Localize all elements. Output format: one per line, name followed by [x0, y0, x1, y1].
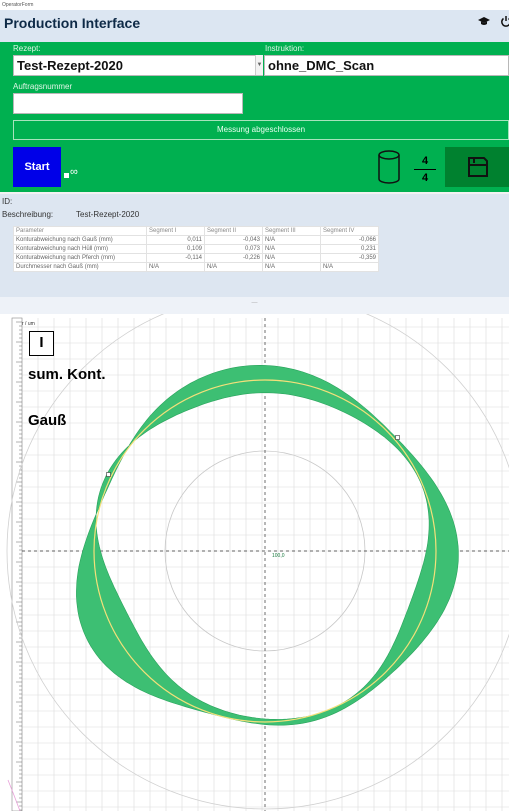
order-number-label: Auftragsnummer: [13, 82, 73, 91]
instruction-field[interactable]: ohne_DMC_Scan: [264, 55, 509, 76]
table-header: Parameter: [13, 226, 147, 236]
table-cell: N/A: [146, 262, 205, 272]
axis-unit-label: r / um: [22, 321, 35, 327]
operator-form: OperatorForm Production Interface Rezept…: [0, 0, 509, 811]
table-cell: 0,109: [146, 244, 205, 254]
table-cell: Konturabweichung nach Pferch (mm): [13, 253, 147, 263]
table-cell: N/A: [204, 262, 263, 272]
measurement-status: Messung abgeschlossen: [13, 120, 509, 140]
graduation-cap-icon[interactable]: [478, 15, 490, 30]
table-header: Segment I: [146, 226, 205, 236]
overlay-line1: sum. Kont.: [28, 366, 106, 383]
segment-marker: [106, 472, 111, 477]
window-title: OperatorForm: [0, 0, 509, 10]
panel-splitter[interactable]: —: [0, 297, 509, 314]
table-row: Konturabweichung nach Pferch (mm) -0,114…: [13, 253, 379, 263]
table-cell: N/A: [262, 235, 321, 245]
table-cell: Durchmesser nach Gauß (mm): [13, 262, 147, 272]
table-cell: -0,114: [146, 253, 205, 263]
loop-checkbox[interactable]: [64, 173, 69, 178]
cylinder-icon: [378, 150, 400, 184]
power-icon[interactable]: [500, 15, 509, 30]
table-header: Segment III: [262, 226, 321, 236]
table-cell: -0,043: [204, 235, 263, 245]
save-button[interactable]: [445, 147, 509, 187]
table-cell: N/A: [320, 262, 379, 272]
start-button[interactable]: Start: [13, 147, 61, 187]
description-label: Beschreibung:: [2, 210, 54, 219]
table-cell: Konturabweichung nach Hüll (mm): [13, 244, 147, 254]
overlay-line2: Gauß: [28, 412, 67, 429]
page-title: Production Interface: [4, 15, 141, 31]
id-label: ID:: [2, 197, 13, 206]
instruction-label: Instruktion:: [265, 44, 305, 53]
recipe-label: Rezept:: [13, 44, 41, 53]
infinity-icon: ∞: [70, 166, 78, 178]
counter-total: 4: [421, 172, 429, 184]
table-row: Durchmesser nach Gauß (mm) N/A N/A N/A N…: [13, 262, 379, 272]
table-header: Segment II: [204, 226, 263, 236]
table-cell: -0,066: [320, 235, 379, 245]
table-cell: 0,231: [320, 244, 379, 254]
table-cell: N/A: [262, 262, 321, 272]
table-cell: Konturabweichung nach Gauß (mm): [13, 235, 147, 245]
segment-marker: [395, 435, 400, 440]
table-row: Konturabweichung nach Gauß (mm) 0,011 -0…: [13, 235, 379, 245]
chart-ruler: [11, 317, 23, 811]
counter-current: 4: [421, 155, 429, 167]
save-icon: [468, 157, 488, 177]
table-header: Segment IV: [320, 226, 379, 236]
segment-label-box: I: [29, 331, 54, 356]
description-value: Test-Rezept-2020: [76, 210, 140, 219]
table-cell: -0,226: [204, 253, 263, 263]
recipe-select[interactable]: Test-Rezept-2020: [13, 55, 263, 76]
table-cell: N/A: [262, 253, 321, 263]
center-value-label: 100,0: [272, 553, 285, 559]
table-cell: N/A: [262, 244, 321, 254]
table-cell: -0,359: [320, 253, 379, 263]
chevron-down-icon[interactable]: ▼: [255, 55, 263, 75]
segment-label: I: [39, 334, 44, 351]
counter-divider: [414, 169, 436, 170]
table-cell: 0,011: [146, 235, 205, 245]
table-row: Konturabweichung nach Hüll (mm) 0,109 0,…: [13, 244, 379, 254]
order-number-input[interactable]: [13, 93, 243, 114]
contour-chart: r / um 100,0 I sum. Kont. Gauß: [0, 314, 509, 811]
contour-chart-canvas: r / um 100,0: [6, 314, 509, 811]
table-cell: 0,073: [204, 244, 263, 254]
results-table: Parameter Segment I Segment II Segment I…: [13, 226, 379, 272]
